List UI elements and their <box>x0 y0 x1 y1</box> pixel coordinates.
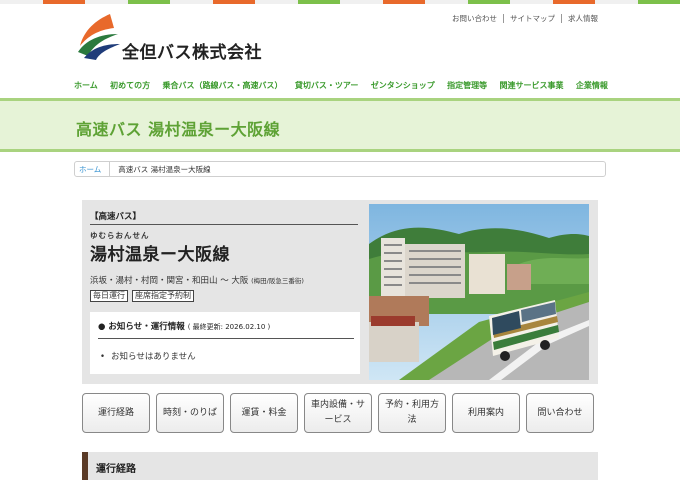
tab-fares[interactable]: 運賃・料金 <box>230 393 298 433</box>
route-info: 【高速バス】 ゆむらおんせん 湯村温泉ー大阪線 浜坂・湯村・村岡・関宮・和田山 … <box>90 210 358 302</box>
breadcrumb-current: 高速バス 湯村温泉ー大阪線 <box>118 164 211 174</box>
route-name: 湯村温泉ー大阪線 <box>90 245 230 265</box>
nav-shop[interactable]: ゼンタンショップ <box>371 80 435 91</box>
global-nav: ホーム 初めての方 乗合バス（路線バス・高速バス） 貸切バス・ツアー ゼンタンシ… <box>74 76 608 94</box>
recruit-link[interactable]: 求人情報 <box>561 14 604 23</box>
route-stops-note: (梅田/阪急三番街) <box>251 277 304 285</box>
nav-charter-tour[interactable]: 貸切バス・ツアー <box>295 80 359 91</box>
tab-reservation-method[interactable]: 予約・利用方法 <box>378 393 446 433</box>
nav-first-time[interactable]: 初めての方 <box>110 80 150 91</box>
bus-townscape-photo <box>369 204 589 380</box>
tab-contact[interactable]: 問い合わせ <box>526 393 594 433</box>
route-tags: 毎日運行 座席指定予約制 <box>90 290 358 302</box>
tag-reserved-seat: 座席指定予約制 <box>132 290 194 302</box>
route-stops: 浜坂・湯村・村岡・関宮・和田山 〜 大阪 (梅田/阪急三番街) <box>90 274 358 286</box>
tab-route[interactable]: 運行経路 <box>82 393 150 433</box>
contact-link[interactable]: お問い合わせ <box>446 14 503 23</box>
site-header: 全但バス株式会社 お問い合わせ サイトマップ 求人情報 <box>0 4 680 68</box>
route-stops-text: 浜坂・湯村・村岡・関宮・和田山 〜 大阪 <box>90 276 249 286</box>
tag-daily-service: 毎日運行 <box>90 290 128 302</box>
nav-related-services[interactable]: 関連サービス事業 <box>500 80 564 91</box>
nav-designated-management[interactable]: 指定管理等 <box>447 80 487 91</box>
notice-item: お知らせはありません <box>100 350 196 362</box>
notice-heading: ● お知らせ・運行情報 ( 最終更新: 2026.02.10 ) <box>98 320 354 339</box>
tab-usage-guide[interactable]: 利用案内 <box>452 393 520 433</box>
breadcrumb: ホーム 高速バス 湯村温泉ー大阪線 <box>74 161 606 177</box>
tab-timetable-stops[interactable]: 時刻・のりば <box>156 393 224 433</box>
utility-links: お問い合わせ サイトマップ 求人情報 <box>446 14 604 23</box>
tab-onboard-facilities[interactable]: 車内設備・サービス <box>304 393 372 433</box>
nav-company-info[interactable]: 企業情報 <box>576 80 608 91</box>
notice-updated: ( 最終更新: 2026.02.10 ) <box>187 323 271 331</box>
company-name: 全但バス株式会社 <box>122 43 262 63</box>
breadcrumb-home[interactable]: ホーム <box>75 162 111 176</box>
company-logo-icon <box>78 14 120 60</box>
nav-route-bus[interactable]: 乗合バス（路線バス・高速バス） <box>163 80 283 91</box>
section-heading: 運行経路 <box>82 452 598 480</box>
notice-title: ● お知らせ・運行情報 <box>98 322 185 332</box>
sitemap-link[interactable]: サイトマップ <box>503 14 561 23</box>
section-tabs: 運行経路 時刻・のりば 運賃・料金 車内設備・サービス 予約・利用方法 利用案内… <box>82 393 594 433</box>
notice-panel: ● お知らせ・運行情報 ( 最終更新: 2026.02.10 ) お知らせはあり… <box>90 312 360 374</box>
nav-home[interactable]: ホーム <box>74 80 98 91</box>
section-title: 運行経路 <box>96 464 136 475</box>
page-title: 高速バス 湯村温泉ー大阪線 <box>76 120 281 139</box>
page-title-band: 高速バス 湯村温泉ー大阪線 <box>0 98 680 152</box>
route-summary: 【高速バス】 ゆむらおんせん 湯村温泉ー大阪線 浜坂・湯村・村岡・関宮・和田山 … <box>82 200 598 384</box>
route-category: 【高速バス】 <box>90 210 358 225</box>
